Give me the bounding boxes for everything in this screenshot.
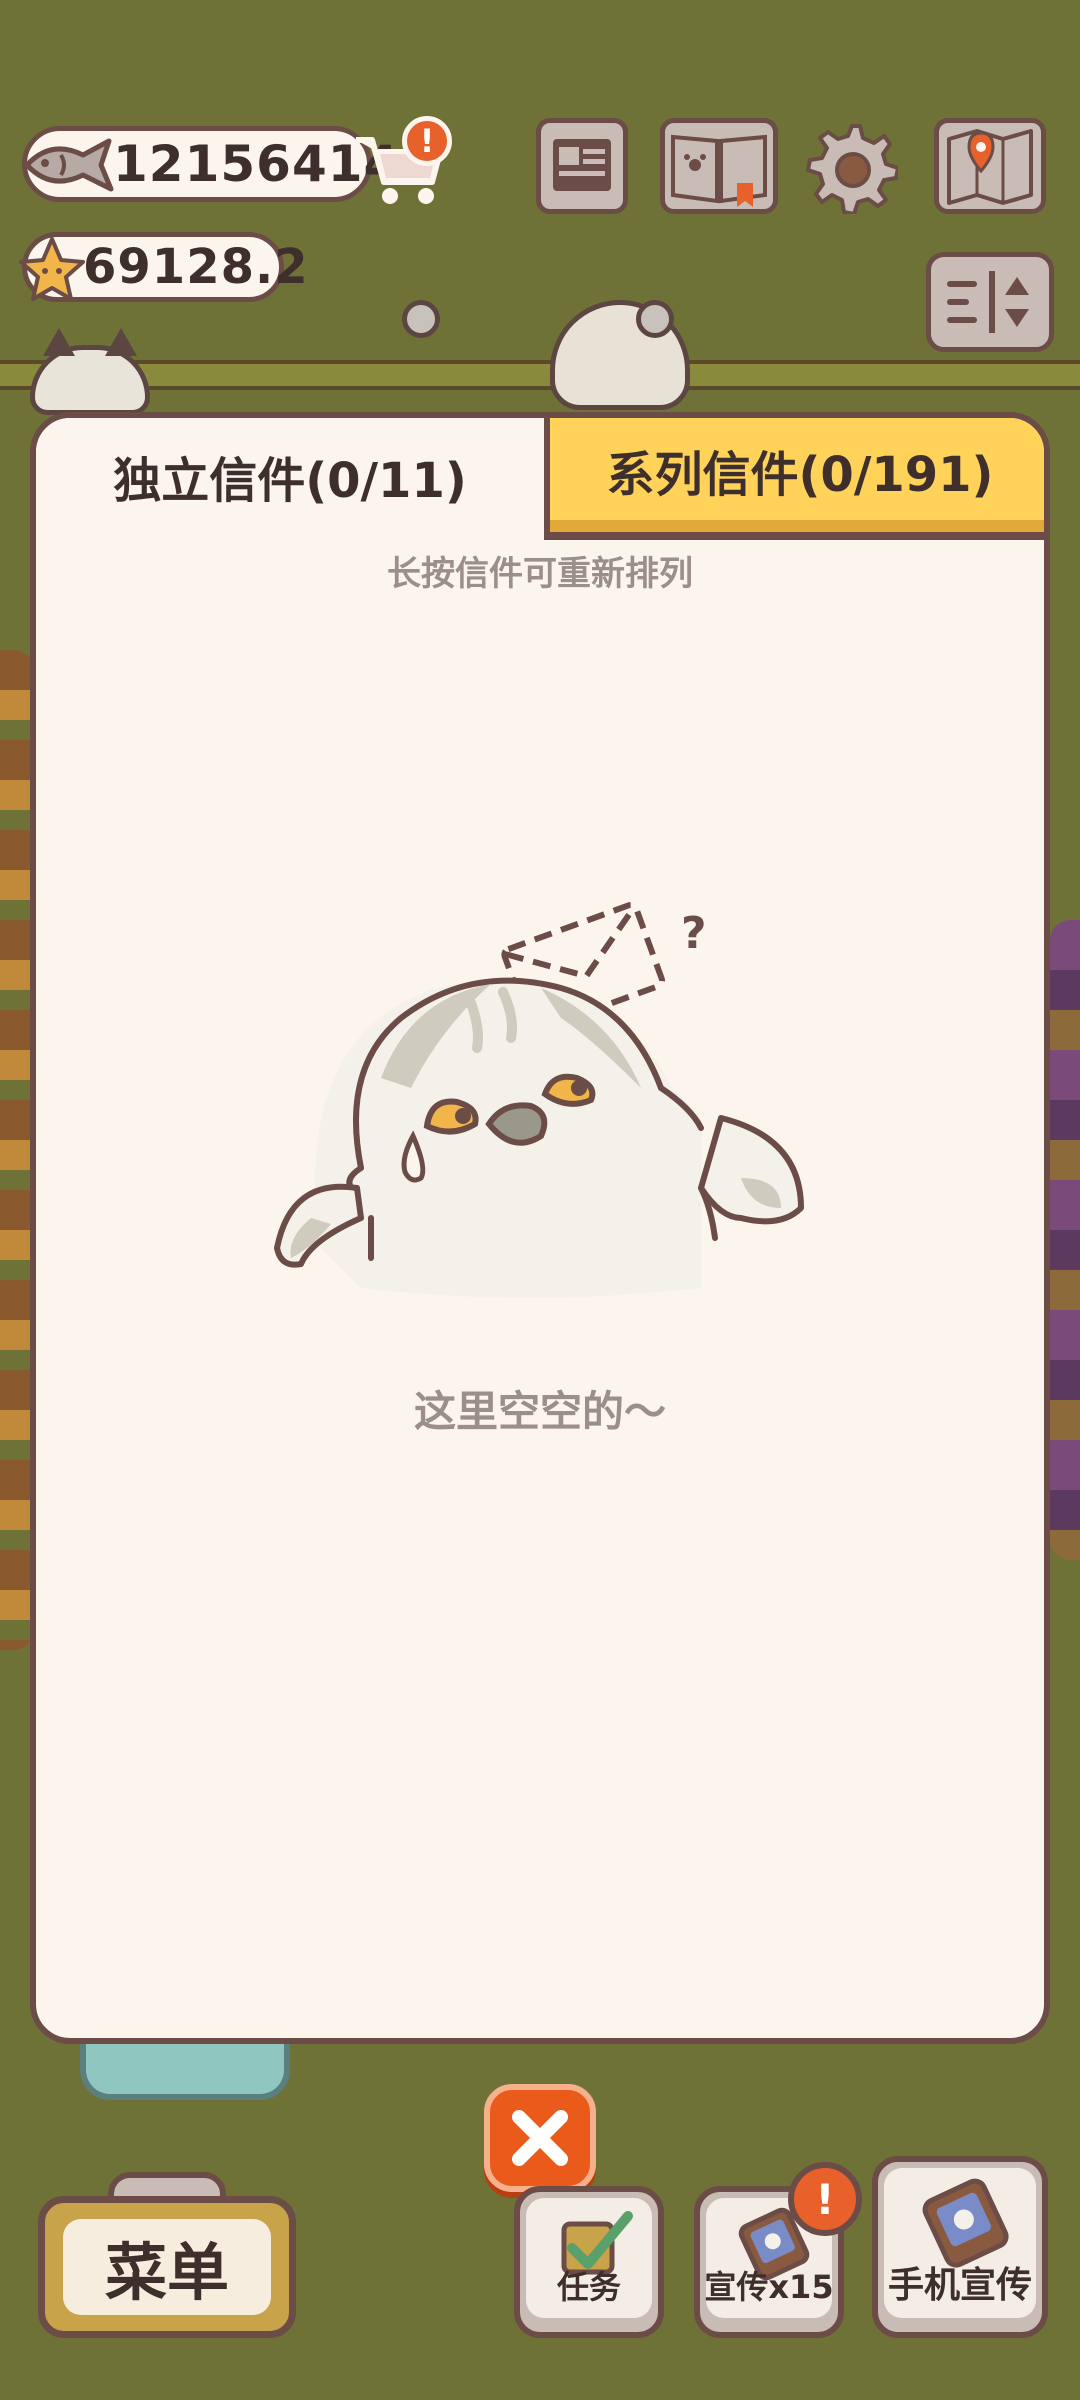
shop-cart-button[interactable]: ! xyxy=(350,116,452,210)
fence-background xyxy=(0,360,1080,390)
phone-promotion-button-label: 手机宣传 xyxy=(887,2265,1032,2306)
newspaper-icon xyxy=(553,139,611,191)
task-button-label: 任务 xyxy=(556,2268,621,2306)
lamp-post-decoration xyxy=(402,300,440,338)
plant-shelf-left xyxy=(0,650,34,1650)
confused-owl-illustration: ? xyxy=(274,902,804,1298)
task-button[interactable]: 任务 xyxy=(514,2186,664,2338)
lamp-post-decoration xyxy=(636,300,674,338)
empty-state-text: 这里空空的～ xyxy=(413,1387,666,1436)
promotion-button[interactable]: 宣传x15 ! xyxy=(694,2162,862,2338)
fish-icon xyxy=(24,138,114,192)
book-icon xyxy=(671,134,767,207)
sort-toggle-icon xyxy=(947,271,1029,333)
settings-button[interactable] xyxy=(806,118,900,216)
promotion-button-label: 宣传x15 xyxy=(704,2268,834,2306)
phone-promotion-button[interactable]: 手机宣传 xyxy=(872,2156,1048,2338)
sort-toggle-button[interactable] xyxy=(926,252,1054,352)
rearrange-hint: 长按信件可重新排列 xyxy=(387,554,693,594)
close-button[interactable] xyxy=(484,2084,596,2192)
promotion-alert-badge: ! xyxy=(788,2162,862,2236)
map-button[interactable] xyxy=(934,118,1046,214)
fish-currency: 12156414 xyxy=(22,126,398,202)
tab-series-letters[interactable]: 系列信件(0/191) xyxy=(544,418,1044,540)
star-currency: 69128.2 xyxy=(19,232,308,302)
menu-button-label: 菜单 xyxy=(63,2219,271,2315)
album-book-button[interactable] xyxy=(660,118,778,214)
letters-panel: 独立信件(0/11) 系列信件(0/191) 长按信件可重新排列 ? 这里空空的… xyxy=(30,412,1050,2044)
gear-icon xyxy=(806,124,900,216)
star-amount: 69128.2 xyxy=(83,239,309,295)
plant-shelf-right xyxy=(1050,920,1080,1560)
map-icon xyxy=(947,129,1033,205)
menu-button[interactable]: 菜单 xyxy=(38,2196,296,2338)
close-icon xyxy=(512,2110,568,2166)
svg-text:?: ? xyxy=(681,908,707,959)
star-icon xyxy=(19,237,85,301)
cart-alert-badge: ! xyxy=(402,116,452,166)
cat-character xyxy=(30,328,150,415)
tab-series-letters-label: 系列信件(0/191) xyxy=(606,447,994,503)
tab-single-letters[interactable]: 独立信件(0/11) xyxy=(36,418,544,534)
newspaper-button[interactable] xyxy=(536,118,628,214)
